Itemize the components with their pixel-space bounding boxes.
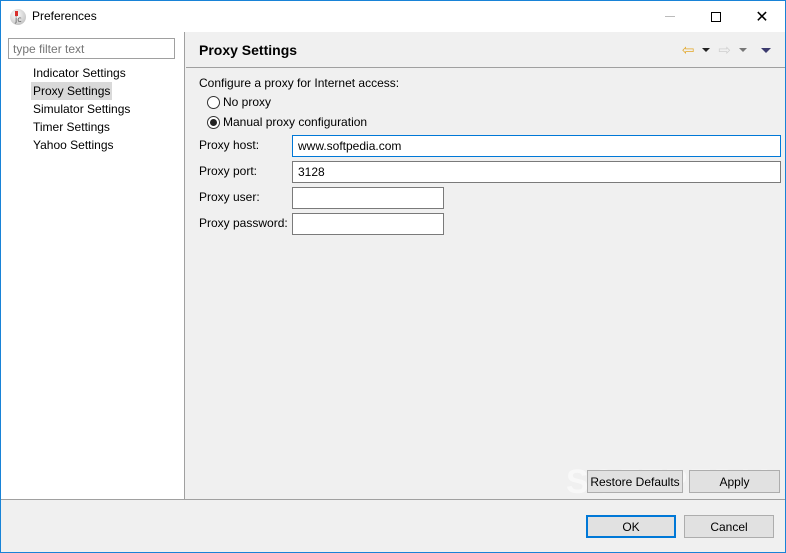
forward-history-dropdown-icon[interactable]: [739, 48, 747, 52]
radio-icon: [207, 95, 220, 109]
preferences-sidebar: Indicator Settings Proxy Settings Simula…: [1, 32, 185, 500]
proxy-password-input[interactable]: [292, 213, 444, 235]
proxy-user-input[interactable]: [292, 187, 444, 209]
restore-defaults-button[interactable]: Restore Defaults: [587, 470, 683, 493]
proxy-description: Configure a proxy for Internet access:: [199, 76, 400, 90]
title-bar: jc Preferences ✕: [1, 1, 785, 32]
page-title: Proxy Settings: [199, 42, 298, 58]
filter-input[interactable]: [8, 38, 175, 59]
proxy-port-label: Proxy port:: [199, 164, 258, 178]
window-title: Preferences: [32, 9, 97, 23]
preferences-tree: Indicator Settings Proxy Settings Simula…: [31, 64, 132, 154]
radio-label: No proxy: [223, 95, 272, 109]
no-proxy-radio[interactable]: No proxy: [207, 93, 271, 111]
tree-item-yahoo-settings[interactable]: Yahoo Settings: [31, 136, 132, 154]
header-divider: [186, 67, 785, 68]
proxy-settings-form: Configure a proxy for Internet access: N…: [199, 74, 781, 235]
minimize-icon: [665, 16, 675, 17]
preference-page: Proxy Settings ⇦ ⇨ Configure a proxy for…: [186, 32, 785, 500]
preferences-window: jc Preferences ✕ Indicator Settings Prox…: [0, 0, 786, 553]
minimize-button[interactable]: [647, 1, 693, 32]
cancel-button[interactable]: Cancel: [684, 515, 774, 538]
footer-divider: [1, 499, 785, 500]
apply-button[interactable]: Apply: [689, 470, 780, 493]
page-navigation: ⇦ ⇨: [682, 42, 775, 58]
tree-item-label: Simulator Settings: [33, 102, 131, 116]
forward-arrow-icon[interactable]: ⇨: [718, 42, 731, 58]
radio-checked-icon: [207, 115, 220, 129]
tree-item-label: Timer Settings: [33, 120, 110, 134]
tree-item-label: Yahoo Settings: [33, 138, 114, 152]
close-button[interactable]: ✕: [739, 1, 785, 32]
tree-item-indicator-settings[interactable]: Indicator Settings: [31, 64, 132, 82]
proxy-host-input[interactable]: [292, 135, 781, 157]
ok-button[interactable]: OK: [586, 515, 676, 538]
tree-item-label: Proxy Settings: [31, 82, 113, 100]
tree-item-proxy-settings[interactable]: Proxy Settings: [31, 82, 132, 100]
java-app-icon: jc: [10, 9, 26, 25]
back-history-dropdown-icon[interactable]: [702, 48, 711, 52]
view-menu-icon[interactable]: [761, 47, 771, 53]
maximize-icon: [711, 11, 721, 22]
proxy-host-label: Proxy host:: [199, 138, 260, 152]
proxy-password-label: Proxy password:: [199, 216, 288, 230]
back-arrow-icon[interactable]: ⇦: [682, 42, 695, 58]
manual-proxy-radio[interactable]: Manual proxy configuration: [207, 113, 367, 131]
proxy-user-label: Proxy user:: [199, 190, 260, 204]
close-icon: ✕: [755, 6, 769, 26]
proxy-port-input[interactable]: [292, 161, 781, 183]
radio-label: Manual proxy configuration: [223, 115, 368, 129]
maximize-button[interactable]: [693, 1, 739, 32]
tree-item-simulator-settings[interactable]: Simulator Settings: [31, 100, 132, 118]
tree-item-timer-settings[interactable]: Timer Settings: [31, 118, 132, 136]
tree-item-label: Indicator Settings: [33, 66, 126, 80]
